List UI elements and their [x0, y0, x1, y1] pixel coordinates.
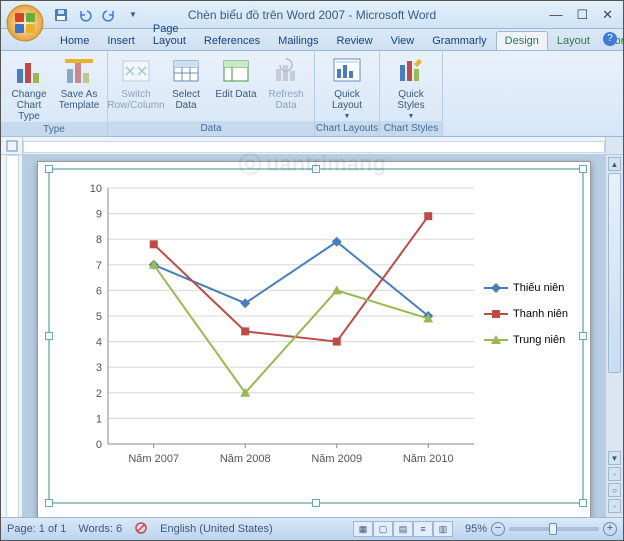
next-page-icon[interactable]: ◦ [608, 499, 621, 513]
svg-text:4: 4 [96, 337, 102, 349]
ruler-toggle-button[interactable] [1, 137, 23, 155]
chart-plot: 0 1 2 3 4 5 6 7 8 9 10 Năm 2007 Năm 2008 Năm 2009 Năm … [80, 182, 480, 470]
zoom-level[interactable]: 95% [465, 523, 487, 535]
view-buttons: ▦ ▢ ▤ ≡ ▥ [353, 521, 453, 537]
scrollbar-thumb[interactable] [608, 173, 621, 373]
horizontal-ruler[interactable] [23, 137, 605, 155]
close-button[interactable]: ✕ [602, 7, 613, 23]
view-draft-button[interactable]: ▥ [433, 521, 453, 537]
scroll-down-icon[interactable]: ▼ [608, 451, 621, 465]
quick-layout-button[interactable]: Quick Layout ▼ [319, 53, 375, 121]
view-web-button[interactable]: ▤ [393, 521, 413, 537]
tab-review[interactable]: Review [328, 31, 382, 50]
tab-grammarly[interactable]: Grammarly [423, 31, 495, 50]
svg-text:10: 10 [90, 183, 102, 195]
chevron-down-icon: ▼ [344, 113, 351, 121]
document-area[interactable]: 0 1 2 3 4 5 6 7 8 9 10 Năm 2007 Năm 2008 Năm 2009 Năm … [23, 155, 605, 519]
vertical-scrollbar[interactable]: ▲ ▼ ◦ ○ ◦ [605, 155, 623, 519]
browse-object-icon[interactable]: ○ [608, 483, 621, 497]
view-full-screen-button[interactable]: ▢ [373, 521, 393, 537]
quick-styles-button[interactable]: Quick Styles ▼ [384, 53, 438, 121]
svg-text:0: 0 [96, 439, 102, 451]
group-type-label: Type [1, 122, 107, 137]
view-outline-button[interactable]: ≡ [413, 521, 433, 537]
legend-item: Trung niên [484, 332, 570, 348]
chart-object[interactable]: 0 1 2 3 4 5 6 7 8 9 10 Năm 2007 Năm 2008 Năm 2009 Năm … [48, 168, 584, 504]
svg-text:1: 1 [96, 413, 102, 425]
tab-insert[interactable]: Insert [98, 31, 144, 50]
vertical-ruler[interactable] [1, 155, 23, 519]
change-chart-type-button[interactable]: Change Chart Type [5, 53, 53, 122]
ruler-corner [605, 137, 623, 155]
save-as-template-button[interactable]: Save As Template [55, 53, 103, 111]
svg-text:9: 9 [96, 209, 102, 221]
page: 0 1 2 3 4 5 6 7 8 9 10 Năm 2007 Năm 2008 Năm 2009 Năm … [37, 161, 591, 519]
select-data-button[interactable]: Select Data [162, 53, 210, 111]
save-icon[interactable] [51, 5, 71, 25]
svg-text:8: 8 [96, 234, 102, 246]
svg-text:5: 5 [96, 311, 102, 323]
office-button[interactable] [5, 3, 45, 43]
svg-text:Năm 2007: Năm 2007 [128, 453, 179, 465]
svg-text:7: 7 [96, 260, 102, 272]
proofing-icon[interactable] [134, 521, 148, 538]
status-language[interactable]: English (United States) [160, 523, 273, 535]
redo-icon[interactable] [99, 5, 119, 25]
legend-item: Thanh niên [484, 306, 570, 322]
svg-text:2: 2 [96, 388, 102, 400]
undo-icon[interactable] [75, 5, 95, 25]
svg-text:Năm 2008: Năm 2008 [220, 453, 271, 465]
svg-text:3: 3 [96, 362, 102, 374]
maximize-button[interactable]: ☐ [576, 7, 588, 23]
refresh-data-button: Refresh Data [262, 53, 310, 111]
help-icon[interactable]: ? [603, 32, 617, 46]
prev-page-icon[interactable]: ◦ [608, 467, 621, 481]
tab-home[interactable]: Home [51, 31, 98, 50]
qat-customize-icon[interactable]: ▼ [123, 5, 143, 25]
zoom-slider[interactable] [509, 527, 599, 531]
chart-legend: Thiếu niên Thanh niên Trung niên [484, 280, 570, 358]
group-data-label: Data [108, 121, 314, 136]
zoom-out-button[interactable]: − [491, 522, 505, 536]
minimize-button[interactable]: — [549, 7, 562, 23]
status-page[interactable]: Page: 1 of 1 [7, 523, 66, 535]
zoom-in-button[interactable]: + [603, 522, 617, 536]
tab-layout[interactable]: Layout [548, 31, 599, 50]
switch-row-column-button: Switch Row/Column [112, 53, 160, 111]
window-title: Chèn biểu đồ trên Word 2007 - Microsoft … [188, 8, 436, 22]
svg-text:Năm 2010: Năm 2010 [403, 453, 454, 465]
tab-references[interactable]: References [195, 31, 269, 50]
svg-text:Năm 2009: Năm 2009 [311, 453, 362, 465]
status-words[interactable]: Words: 6 [78, 523, 122, 535]
scroll-up-icon[interactable]: ▲ [608, 157, 621, 171]
edit-data-button[interactable]: Edit Data [212, 53, 260, 100]
legend-item: Thiếu niên [484, 280, 570, 296]
view-print-layout-button[interactable]: ▦ [353, 521, 373, 537]
tab-page-layout[interactable]: Page Layout [144, 19, 195, 50]
group-chart-layouts-label: Chart Layouts [315, 121, 379, 136]
chevron-down-icon: ▼ [408, 113, 415, 121]
group-chart-styles-label: Chart Styles [380, 121, 442, 136]
tab-design[interactable]: Design [496, 31, 548, 50]
tab-view[interactable]: View [382, 31, 424, 50]
svg-text:6: 6 [96, 285, 102, 297]
tab-mailings[interactable]: Mailings [269, 31, 327, 50]
